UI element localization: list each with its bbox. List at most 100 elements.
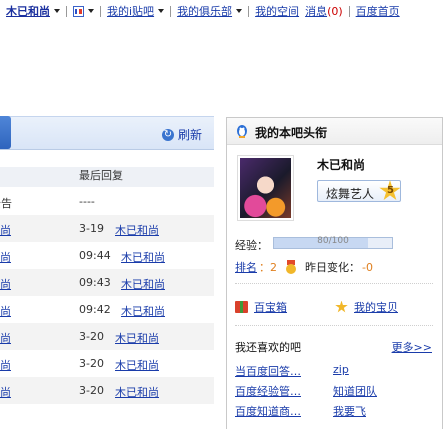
change-label: 昨日变化： bbox=[305, 261, 360, 274]
last-reply-time: 3-19 bbox=[79, 222, 104, 235]
my-treasure-link[interactable]: 我的宝贝 bbox=[335, 299, 398, 315]
exp-label: 经验： bbox=[235, 239, 268, 252]
refresh-icon[interactable]: ↻ bbox=[161, 128, 174, 141]
divider bbox=[235, 283, 433, 284]
top-nav-bar: 木已和尚 我的i贴吧 我的俱乐部 我的空间 消息 (0) 百度首页 bbox=[0, 0, 447, 22]
liked-bar-link[interactable]: 我要飞 bbox=[333, 403, 366, 419]
author-link[interactable]: 尚 bbox=[0, 384, 11, 400]
baidu-home-link[interactable]: 百度首页 bbox=[356, 3, 400, 19]
table-row: 尚 09:42 木已和尚 bbox=[0, 296, 214, 323]
treasure-box-link[interactable]: 百宝箱 bbox=[235, 299, 287, 315]
last-reply-time: 09:43 bbox=[79, 276, 111, 289]
my-title-panel: 我的本吧头衔 木已和尚 炫舞艺人 5 经验： 80/100 排名 ：2 昨日变化… bbox=[226, 117, 443, 429]
messages-link[interactable]: 消息 bbox=[305, 3, 327, 19]
my-club-menu[interactable]: 我的俱乐部 bbox=[177, 3, 243, 19]
last-reply-user[interactable]: 木已和尚 bbox=[121, 249, 165, 265]
last-reply-user[interactable]: 木已和尚 bbox=[115, 222, 159, 238]
username-link[interactable]: 木已和尚 bbox=[6, 3, 50, 19]
last-reply-time: 3-20 bbox=[79, 384, 104, 397]
author-link[interactable]: 尚 bbox=[0, 357, 11, 373]
last-reply-user[interactable]: 木已和尚 bbox=[121, 303, 165, 319]
gift-icon[interactable] bbox=[235, 301, 248, 313]
divider bbox=[348, 5, 350, 17]
refresh-label[interactable]: 刷新 bbox=[178, 126, 202, 143]
penguin-icon bbox=[237, 125, 247, 138]
liked-bar-link[interactable]: zip bbox=[333, 363, 349, 376]
title-badge[interactable]: 炫舞艺人 5 bbox=[317, 180, 401, 202]
table-row: 尚 3-20 木已和尚 bbox=[0, 323, 214, 350]
avatar[interactable] bbox=[237, 155, 294, 221]
last-reply-user[interactable]: 木已和尚 bbox=[115, 330, 159, 346]
panel-title: 我的本吧头衔 bbox=[255, 126, 328, 140]
panel-header: 我的本吧头衔 bbox=[227, 118, 442, 145]
rank-value: ：2 bbox=[259, 261, 277, 274]
my-treasure-label[interactable]: 我的宝贝 bbox=[354, 299, 398, 315]
chevron-down-icon[interactable] bbox=[158, 9, 165, 13]
profile-name: 木已和尚 bbox=[317, 158, 366, 172]
divider bbox=[248, 5, 250, 17]
last-reply-time: ---- bbox=[79, 195, 95, 208]
divider bbox=[66, 5, 67, 17]
medal-icon bbox=[285, 260, 297, 274]
last-reply-header: 最后回复 bbox=[79, 169, 123, 182]
baidu-home[interactable]: 百度首页 bbox=[356, 3, 400, 19]
liked-bar-link[interactable]: 当百度回答… bbox=[235, 363, 301, 379]
table-row: 尚 09:43 木已和尚 bbox=[0, 269, 214, 296]
thread-list-header: ↻ 刷新 bbox=[0, 116, 214, 150]
user-menu[interactable]: 木已和尚 bbox=[6, 3, 60, 19]
more-link[interactable]: 更多>> bbox=[392, 339, 432, 355]
hi-menu[interactable] bbox=[73, 5, 94, 17]
chevron-down-icon[interactable] bbox=[236, 9, 243, 13]
list-item: 百度知道商… 我要飞 bbox=[235, 403, 435, 421]
last-reply-user[interactable]: 木已和尚 bbox=[121, 276, 165, 292]
rank-link[interactable]: 排名 bbox=[235, 259, 257, 275]
chevron-down-icon[interactable] bbox=[54, 9, 60, 13]
message-count: (0) bbox=[327, 4, 343, 18]
last-reply-time: 3-20 bbox=[79, 357, 104, 370]
thread-title-fragment: 公告 bbox=[0, 197, 12, 210]
my-club-link[interactable]: 我的俱乐部 bbox=[177, 3, 232, 19]
my-space[interactable]: 我的空间 bbox=[255, 3, 299, 19]
title-badge-label: 炫舞艺人 bbox=[326, 187, 375, 201]
table-row: 尚 3-20 木已和尚 bbox=[0, 350, 214, 377]
messages[interactable]: 消息 (0) bbox=[305, 3, 343, 19]
table-row: 公告 ---- bbox=[0, 188, 214, 215]
last-reply-time: 09:44 bbox=[79, 249, 111, 262]
my-tieba-link[interactable]: 我的i贴吧 bbox=[107, 3, 154, 19]
author-link[interactable]: 尚 bbox=[0, 303, 11, 319]
star-icon[interactable] bbox=[335, 300, 348, 313]
author-link[interactable]: 尚 bbox=[0, 276, 11, 292]
my-space-link[interactable]: 我的空间 bbox=[255, 3, 299, 19]
liked-bar-link[interactable]: 知道团队 bbox=[333, 383, 377, 399]
author-link[interactable]: 尚 bbox=[0, 222, 11, 238]
list-item: 百度经验管… 知道团队 bbox=[235, 383, 435, 401]
liked-bar-link[interactable]: 百度经验管… bbox=[235, 383, 301, 399]
exp-progress-bar: 80/100 bbox=[273, 236, 393, 249]
baidu-hi-icon[interactable] bbox=[73, 5, 84, 17]
divider bbox=[170, 5, 172, 17]
rank-row: 排名 ：2 昨日变化： -0 bbox=[235, 259, 373, 275]
liked-bars-title: 我还喜欢的吧 bbox=[235, 341, 301, 354]
level-number: 5 bbox=[387, 185, 394, 196]
column-header: 最后回复 bbox=[0, 167, 214, 187]
author-link[interactable]: 尚 bbox=[0, 249, 11, 265]
last-reply-user[interactable]: 木已和尚 bbox=[115, 384, 159, 400]
chevron-down-icon[interactable] bbox=[88, 9, 94, 13]
panel-tab-edge bbox=[0, 116, 11, 149]
table-row: 尚 09:44 木已和尚 bbox=[0, 242, 214, 269]
liked-bar-link[interactable]: 百度知道商… bbox=[235, 403, 301, 419]
last-reply-user[interactable]: 木已和尚 bbox=[115, 357, 159, 373]
treasure-box-label[interactable]: 百宝箱 bbox=[254, 299, 287, 315]
table-row: 尚 3-20 木已和尚 bbox=[0, 377, 214, 404]
my-tieba-menu[interactable]: 我的i贴吧 bbox=[107, 3, 165, 19]
divider bbox=[100, 5, 101, 17]
divider bbox=[235, 325, 433, 326]
refresh-button[interactable]: ↻ 刷新 bbox=[161, 126, 202, 143]
avatar-image[interactable] bbox=[240, 158, 291, 218]
change-value: -0 bbox=[362, 260, 373, 274]
list-item: 当百度回答… zip bbox=[235, 363, 435, 381]
author-link[interactable]: 尚 bbox=[0, 330, 11, 346]
last-reply-time: 09:42 bbox=[79, 303, 111, 316]
last-reply-time: 3-20 bbox=[79, 330, 104, 343]
table-row: 尚 3-19 木已和尚 bbox=[0, 215, 214, 242]
